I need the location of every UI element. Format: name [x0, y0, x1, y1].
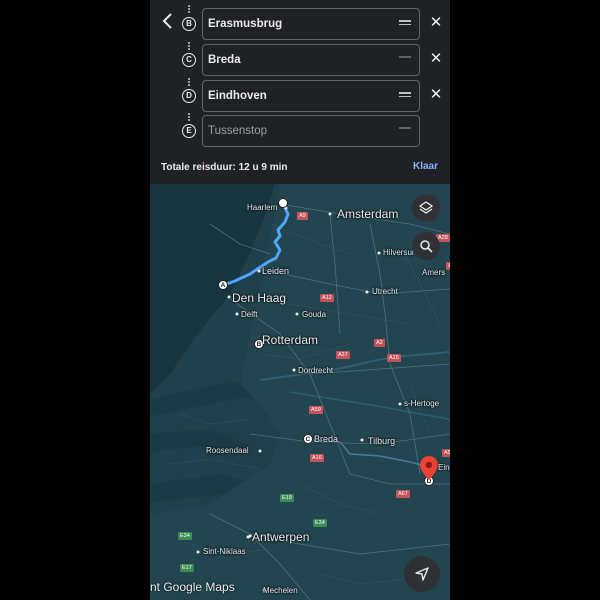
close-icon: ✕ — [429, 14, 443, 31]
stop-field-value: Erasmusbrug — [208, 18, 283, 30]
city-label: Amsterdam — [337, 207, 399, 221]
city-label: Utrecht — [372, 287, 398, 296]
city-label: Amers — [422, 268, 446, 277]
layers-button[interactable] — [412, 194, 440, 222]
total-duration: Totale reisduur: 12 u 9 min — [161, 162, 288, 173]
road-shield: A59 — [309, 406, 323, 414]
map-pin-icon[interactable] — [420, 456, 438, 480]
navigation-arrow-icon — [415, 567, 429, 581]
stop-row-c: C Breda ✕ — [150, 44, 450, 76]
stop-marker-d: D — [182, 89, 196, 103]
drag-handle-icon[interactable] — [399, 92, 411, 100]
remove-stop-button[interactable]: ✕ — [428, 86, 444, 104]
search-button[interactable] — [412, 232, 440, 260]
stop-marker-b: B — [182, 17, 196, 31]
waypoint-a[interactable]: A — [218, 280, 228, 290]
road-shield: A58 — [442, 449, 450, 457]
road-shield: A27 — [336, 351, 350, 359]
city-label: Breda — [314, 434, 339, 444]
city-label: Tilburg — [368, 436, 396, 446]
drag-handle-icon[interactable] — [399, 56, 411, 64]
close-icon: ✕ — [429, 86, 443, 103]
stop-field-d[interactable]: Eindhoven — [202, 80, 420, 112]
stop-field-value: Breda — [208, 54, 241, 66]
road-shield: A16 — [310, 454, 324, 462]
city-label: Leiden — [262, 266, 290, 276]
road-shield: A9 — [297, 212, 308, 220]
drag-handle-icon[interactable] — [399, 20, 411, 28]
city-label: Roosendaal — [206, 446, 249, 455]
search-icon — [420, 240, 433, 253]
waypoint-c[interactable]: C — [303, 434, 313, 444]
city-label: Delft — [241, 310, 258, 319]
stop-row-d: D Eindhoven ✕ — [150, 80, 450, 112]
stop-field-e[interactable]: Tussenstop — [202, 115, 420, 147]
stop-field-value: Eindhoven — [208, 90, 267, 102]
road-shield: E17 — [180, 564, 194, 572]
drag-handle-icon[interactable] — [399, 127, 411, 135]
road-shield: A2 — [374, 339, 385, 347]
city-label: Dordrecht — [298, 366, 334, 375]
road-shield: E19 — [280, 494, 294, 502]
road-shield: A67 — [396, 490, 410, 498]
city-label: Rotterdam — [262, 333, 319, 347]
road-shield: E34 — [313, 519, 327, 527]
stop-marker-e: E — [182, 124, 196, 138]
city-label: Sint-Niklaas — [203, 547, 246, 556]
navigate-button[interactable] — [404, 556, 440, 592]
directions-panel: B Erasmusbrug ✕ C Breda ✕ D Eindhoven ✕ … — [150, 0, 450, 184]
stop-row-e: E Tussenstop — [150, 115, 450, 147]
close-icon: ✕ — [429, 50, 443, 67]
map-view[interactable]: A B C D Haarlem Amsterdam Hilversum Amer… — [150, 184, 450, 600]
done-button[interactable]: Klaar — [413, 161, 438, 172]
road-shield: A15 — [387, 354, 401, 362]
road-shield: A12 — [320, 294, 334, 302]
city-label: Ein — [438, 463, 450, 472]
city-label: Antwerpen — [252, 530, 310, 544]
stop-row-b: B Erasmusbrug ✕ — [150, 8, 450, 40]
remove-stop-button[interactable]: ✕ — [428, 50, 444, 68]
city-label: Den Haag — [232, 291, 287, 305]
city-label: Gouda — [302, 310, 327, 319]
add-stop-placeholder: Tussenstop — [208, 125, 268, 137]
stop-field-c[interactable]: Breda — [202, 44, 420, 76]
phone-screen: B Erasmusbrug ✕ C Breda ✕ D Eindhoven ✕ … — [150, 0, 450, 600]
stop-field-b[interactable]: Erasmusbrug — [202, 8, 420, 40]
layers-icon — [419, 201, 433, 214]
road-shield: A1 — [446, 262, 450, 270]
road-shield: E34 — [178, 532, 192, 540]
remove-stop-button[interactable]: ✕ — [428, 14, 444, 32]
stop-marker-c: C — [182, 53, 196, 67]
city-label: Haarlem — [247, 203, 278, 212]
city-label: s-Hertoge — [404, 399, 440, 408]
google-maps-attribution: nt Google Maps — [150, 580, 235, 594]
city-label: Mechelen — [263, 586, 298, 595]
start-point — [278, 198, 288, 208]
